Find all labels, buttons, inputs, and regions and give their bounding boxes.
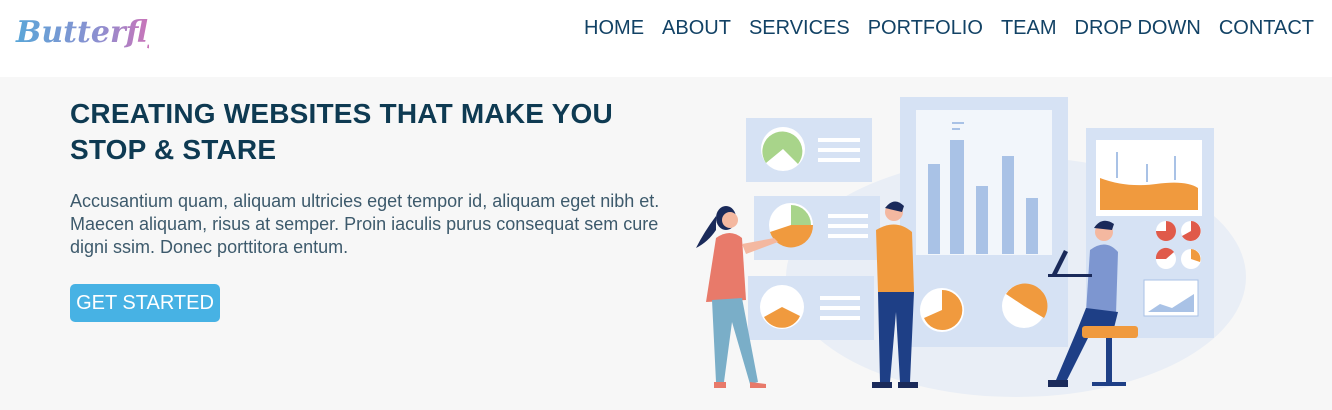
hero-title-line1: CREATING WEBSITES THAT MAKE YOU — [70, 98, 613, 129]
main-nav: HOME ABOUT SERVICES PORTFOLIO TEAM DROP … — [575, 15, 1314, 41]
hero-title-line2: STOP & STARE — [70, 134, 277, 165]
hero-illustration — [696, 97, 1246, 397]
butterfly-logo[interactable]: Butterfly — [14, 10, 149, 60]
get-started-button[interactable]: GET STARTED — [70, 284, 220, 322]
hero-description: Accusantium quam, aliquam ultricies eget… — [70, 191, 660, 257]
nav-about[interactable]: ABOUT — [653, 15, 740, 41]
top-navbar: Butterfly HOME ABOUT SERVICES PORTFOLIO … — [0, 0, 1332, 77]
svg-text:Butterfly: Butterfly — [15, 15, 149, 50]
nav-portfolio[interactable]: PORTFOLIO — [859, 15, 992, 41]
nav-contact[interactable]: CONTACT — [1210, 15, 1314, 41]
nav-team[interactable]: TEAM — [992, 15, 1066, 41]
nav-home[interactable]: HOME — [575, 15, 653, 41]
hero-section: CREATING WEBSITES THAT MAKE YOU STOP & S… — [70, 96, 670, 259]
hero-title: CREATING WEBSITES THAT MAKE YOU STOP & S… — [70, 96, 670, 168]
nav-drop-down[interactable]: DROP DOWN — [1066, 15, 1210, 41]
nav-services[interactable]: SERVICES — [740, 15, 859, 41]
